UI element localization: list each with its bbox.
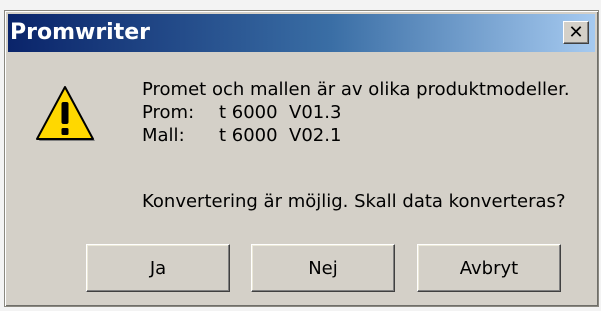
title-bar[interactable]: Promwriter ✕ (8, 14, 595, 52)
yes-button[interactable]: Ja (86, 244, 230, 292)
mall-row: Mall: t 6000 V02.1 (142, 124, 570, 147)
mall-label: Mall: (142, 125, 185, 146)
message-line-1: Promet och mallen är av olika produktmod… (142, 79, 570, 100)
no-button[interactable]: Nej (251, 244, 395, 292)
prom-label: Prom: (142, 102, 195, 123)
warning-icon (36, 86, 95, 141)
message-dialog: Promwriter ✕ Promet och mallen är av oli… (4, 10, 599, 307)
question-text: Konvertering är möjlig. Skall data konve… (142, 191, 566, 212)
cancel-button[interactable]: Avbryt (417, 244, 561, 292)
message-line: Promet och mallen är av olika produktmod… (142, 78, 570, 101)
close-button[interactable]: ✕ (563, 21, 589, 44)
cancel-button-label: Avbryt (459, 257, 519, 279)
mall-value: t 6000 V02.1 (219, 125, 342, 146)
no-button-label: Nej (308, 257, 338, 279)
prom-row: Prom: t 6000 V01.3 (142, 101, 570, 124)
close-icon: ✕ (568, 21, 584, 43)
message-text: Promet och mallen är av olika produktmod… (142, 78, 570, 147)
yes-button-label: Ja (149, 257, 167, 279)
window-title: Promwriter (10, 20, 151, 45)
prom-value: t 6000 V01.3 (219, 102, 342, 123)
